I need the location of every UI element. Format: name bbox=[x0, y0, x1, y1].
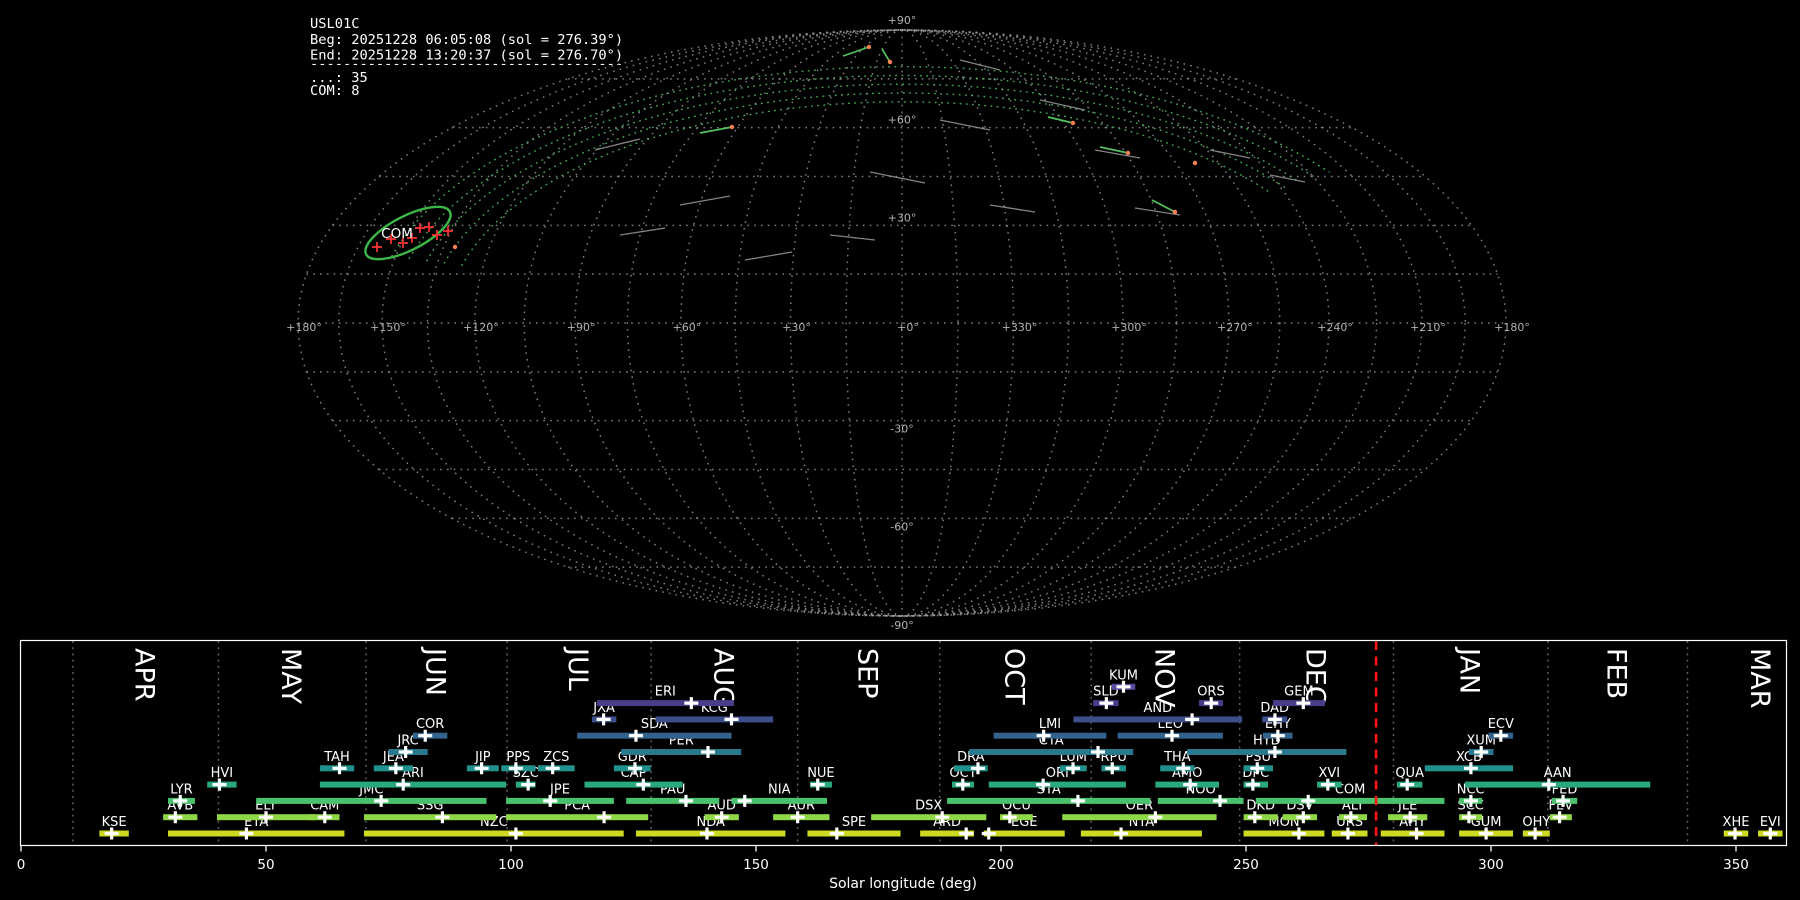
month-label-FEB: FEB bbox=[1601, 648, 1632, 699]
latitude-label: -60° bbox=[890, 520, 913, 533]
shower-bar-AAN bbox=[1465, 781, 1651, 788]
figure-canvas: USL01C Beg: 20251228 06:05:08 (sol = 276… bbox=[0, 0, 1800, 900]
shower-bar-COM bbox=[1255, 797, 1445, 804]
shower-label-DSX: DSX bbox=[915, 799, 942, 814]
longitude-label: +300° bbox=[1111, 321, 1147, 334]
month-label-JAN: JAN bbox=[1454, 646, 1485, 694]
begin-time: Beg: 20251228 06:05:08 (sol = 276.39°) bbox=[310, 32, 623, 48]
shower-bar-SSG bbox=[364, 814, 497, 821]
shower-label-NUE: NUE bbox=[807, 766, 834, 781]
shower-label-COR: COR bbox=[416, 717, 444, 732]
trail-endpoint-dot bbox=[1070, 120, 1076, 126]
shower-bar-NOO bbox=[1157, 797, 1244, 804]
x-tick-label-200: 200 bbox=[988, 857, 1014, 873]
trail-endpoint-dot bbox=[866, 44, 872, 50]
month-label-MAR: MAR bbox=[1744, 648, 1775, 709]
shower-bar-PCA bbox=[506, 814, 649, 821]
shower-bar-PER bbox=[621, 749, 742, 755]
x-tick-label-350: 350 bbox=[1723, 857, 1749, 873]
shower-label-AND: AND bbox=[1143, 701, 1172, 716]
x-tick-label-300: 300 bbox=[1478, 857, 1504, 873]
shower-label-HVI: HVI bbox=[211, 766, 234, 781]
longitude-label: +240° bbox=[1317, 321, 1353, 334]
shower-bar-NZC bbox=[364, 830, 624, 837]
south-pole-label: -90° bbox=[890, 619, 913, 632]
com-radiant-label: COM bbox=[381, 226, 413, 242]
x-tick-label-250: 250 bbox=[1233, 857, 1259, 873]
x-tick-label-100: 100 bbox=[498, 857, 524, 873]
trail-endpoint-dot bbox=[1125, 150, 1131, 156]
longitude-label: +120° bbox=[463, 321, 499, 334]
shower-bar-NTA bbox=[1080, 830, 1202, 837]
longitude-label: +180° bbox=[286, 321, 322, 334]
month-label-MAY: MAY bbox=[275, 648, 306, 705]
shower-bar-SDA bbox=[577, 732, 732, 739]
trail-endpoint-dot bbox=[1192, 160, 1198, 166]
shower-bar-MON bbox=[1243, 830, 1325, 837]
longitude-label: +90° bbox=[567, 321, 596, 334]
x-tick-label-150: 150 bbox=[743, 857, 769, 873]
latitude-label: -30° bbox=[890, 423, 913, 436]
longitude-label: +150° bbox=[370, 321, 406, 334]
x-tick-label-0: 0 bbox=[17, 857, 26, 873]
month-label-JUL: JUL bbox=[562, 646, 593, 691]
trail-endpoint-dot bbox=[1172, 209, 1178, 215]
shower-bar-EGE bbox=[983, 830, 1065, 837]
shower-bar-PAU bbox=[626, 797, 720, 804]
shower-bar-STA bbox=[947, 797, 1151, 804]
month-label-AUG: AUG bbox=[707, 648, 738, 707]
shower-label-JPE: JPE bbox=[549, 782, 570, 797]
shower-bar-ETA bbox=[168, 830, 345, 837]
longitude-label: +330° bbox=[1002, 321, 1038, 334]
north-pole-label: +90° bbox=[888, 14, 917, 27]
shower-bar-JPE bbox=[506, 797, 614, 804]
shower-label-ERI: ERI bbox=[655, 685, 676, 700]
shower-bar-SPE bbox=[807, 830, 901, 837]
trail-endpoint-dot bbox=[729, 124, 735, 130]
shower-bar-JMC bbox=[256, 797, 487, 804]
longitude-label: +60° bbox=[673, 321, 702, 334]
observation-id: USL01C bbox=[310, 16, 359, 32]
month-label-JUN: JUN bbox=[420, 646, 451, 696]
shower-label-KSE: KSE bbox=[102, 815, 127, 830]
count-com: COM: 8 bbox=[310, 83, 359, 99]
shower-bar-CTA bbox=[969, 749, 1134, 755]
shower-bar-ERI bbox=[596, 700, 734, 707]
longitude-label: +180° bbox=[1494, 321, 1530, 334]
shower-bar-HYD bbox=[1187, 749, 1347, 755]
latitude-label: +30° bbox=[888, 211, 917, 224]
month-label-NOV: NOV bbox=[1148, 648, 1179, 708]
shower-label-THA: THA bbox=[1163, 750, 1191, 765]
trail-endpoint-dot bbox=[452, 244, 458, 250]
shower-bar-OER bbox=[1062, 814, 1217, 821]
longitude-label: +30° bbox=[782, 321, 811, 334]
shower-label-NIA: NIA bbox=[768, 782, 791, 797]
shower-bar-DSX bbox=[871, 814, 987, 821]
shower-bar-AND bbox=[1073, 716, 1243, 723]
shower-label-ZCS: ZCS bbox=[543, 750, 569, 765]
month-label-SEP: SEP bbox=[852, 648, 883, 698]
shower-label-PPS: PPS bbox=[506, 750, 530, 765]
x-tick-label-50: 50 bbox=[257, 857, 274, 873]
shower-bar-CAP bbox=[584, 781, 683, 788]
longitude-label: +0° bbox=[897, 321, 919, 334]
shower-label-TAH: TAH bbox=[323, 750, 350, 765]
shower-bar-ARI bbox=[319, 781, 507, 788]
app-window: USL01C Beg: 20251228 06:05:08 (sol = 276… bbox=[0, 0, 1800, 900]
x-axis-title: Solar longitude (deg) bbox=[829, 876, 977, 892]
shower-label-GEM: GEM bbox=[1284, 685, 1314, 700]
shower-bar-KCG bbox=[655, 716, 774, 723]
figure-background bbox=[0, 0, 1800, 900]
month-label-APR: APR bbox=[129, 648, 160, 702]
trail-endpoint-dot bbox=[887, 59, 893, 65]
month-label-OCT: OCT bbox=[998, 648, 1029, 705]
longitude-label: +210° bbox=[1410, 321, 1446, 334]
shower-label-QUA: QUA bbox=[1395, 766, 1424, 781]
shower-bar-ORI bbox=[988, 781, 1126, 788]
longitude-label: +270° bbox=[1217, 321, 1253, 334]
latitude-label: +60° bbox=[888, 114, 917, 127]
shower-label-SPE: SPE bbox=[842, 815, 866, 830]
